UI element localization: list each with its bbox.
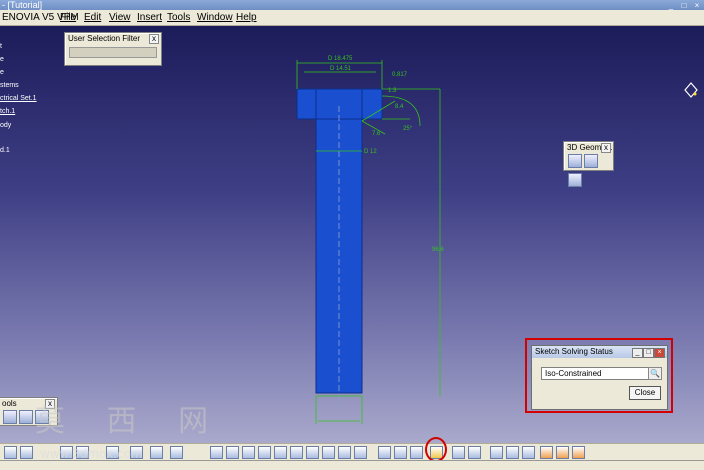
tool-icon[interactable] bbox=[20, 446, 33, 459]
dim-chamfer: 0.817 bbox=[392, 72, 408, 78]
zoom-out-icon[interactable] bbox=[274, 446, 287, 459]
tool-icon[interactable] bbox=[452, 446, 465, 459]
3d-geometry-toolbar[interactable]: 3D Geome... x bbox=[563, 141, 614, 187]
toolbar-title: ools bbox=[2, 399, 17, 408]
dim-offset: 7.6 bbox=[372, 131, 381, 137]
compass-icon[interactable] bbox=[682, 81, 700, 99]
tool-icon[interactable] bbox=[290, 446, 303, 459]
rotate-icon[interactable] bbox=[242, 446, 255, 459]
watermark-text: 莫 西 网 bbox=[35, 404, 225, 439]
geometry-icon[interactable] bbox=[584, 154, 598, 168]
tool-icon[interactable] bbox=[322, 446, 335, 459]
tool-icon[interactable] bbox=[394, 446, 407, 459]
pan-icon[interactable] bbox=[226, 446, 239, 459]
minimize-dialog-button[interactable]: _ bbox=[632, 348, 643, 358]
zoom-in-icon[interactable] bbox=[258, 446, 271, 459]
tool-icon[interactable] bbox=[506, 446, 519, 459]
tool-icon[interactable] bbox=[150, 446, 163, 459]
tool-icon[interactable] bbox=[378, 446, 391, 459]
watermark-url: www.3dmox.com bbox=[40, 447, 143, 461]
close-window-button[interactable]: × bbox=[690, 1, 704, 10]
highlight-circle bbox=[425, 437, 447, 462]
menu-tools[interactable]: Tools bbox=[167, 12, 190, 23]
maximize-dialog-button[interactable]: □ bbox=[643, 348, 654, 358]
tool-icon[interactable] bbox=[556, 446, 569, 459]
tool-icon[interactable] bbox=[522, 446, 535, 459]
tool-icon[interactable] bbox=[170, 446, 183, 459]
dim-angle: 25° bbox=[403, 126, 413, 132]
dim-length: 96.6 bbox=[432, 247, 444, 253]
tool-icon[interactable] bbox=[306, 446, 319, 459]
tool-icon[interactable] bbox=[354, 446, 367, 459]
dim-head-height: 8.4 bbox=[395, 104, 404, 110]
menu-insert[interactable]: Insert bbox=[137, 12, 162, 23]
dim-small: 1.3 bbox=[388, 88, 397, 94]
user-selection-filter-toolbar[interactable]: User Selection Filter x bbox=[64, 32, 162, 66]
close-button[interactable]: Close bbox=[629, 386, 661, 400]
menu-bar: ENOVIA V5 VPM File Edit View Insert Tool… bbox=[0, 10, 704, 26]
status-field: Iso-Constrained bbox=[541, 367, 652, 380]
toolbar-title: User Selection Filter bbox=[68, 34, 141, 43]
close-toolbar-button[interactable]: x bbox=[149, 34, 159, 44]
geometry-icon[interactable] bbox=[568, 173, 582, 187]
tool-icon[interactable] bbox=[468, 446, 481, 459]
menu-view[interactable]: View bbox=[109, 12, 131, 23]
dialog-title: Sketch Solving Status bbox=[535, 347, 613, 356]
dim-shank-dia: D 12 bbox=[364, 149, 377, 155]
menu-file[interactable]: File bbox=[60, 12, 76, 23]
maximize-button[interactable]: □ bbox=[677, 1, 691, 10]
tool-icon[interactable] bbox=[210, 446, 223, 459]
tool-icon[interactable] bbox=[19, 410, 33, 424]
menu-edit[interactable]: Edit bbox=[84, 12, 101, 23]
bolt-head[interactable] bbox=[296, 88, 383, 120]
minimize-button[interactable]: _ bbox=[664, 1, 678, 10]
window-titlebar: - [Tutorial] _ □ × bbox=[0, 0, 704, 10]
geometry-icon[interactable] bbox=[568, 154, 582, 168]
window-title: - [Tutorial] bbox=[2, 0, 43, 10]
diagnosis-icon[interactable]: 🔍 bbox=[648, 367, 662, 380]
tool-icon[interactable] bbox=[338, 446, 351, 459]
sketch-solving-status-dialog[interactable]: Sketch Solving Status _ □ × Iso-Constrai… bbox=[531, 345, 668, 410]
tool-icon[interactable] bbox=[4, 446, 17, 459]
tool-icon[interactable] bbox=[540, 446, 553, 459]
tool-icon[interactable] bbox=[410, 446, 423, 459]
tool-icon[interactable] bbox=[3, 410, 17, 424]
close-dialog-button[interactable]: × bbox=[654, 348, 665, 358]
menu-window[interactable]: Window bbox=[197, 12, 233, 23]
dim-head-inner: D 14.51 bbox=[330, 66, 352, 72]
tool-icon[interactable] bbox=[490, 446, 503, 459]
tool-icon[interactable] bbox=[572, 446, 585, 459]
filter-icon-row[interactable] bbox=[69, 47, 157, 58]
menu-help[interactable]: Help bbox=[236, 12, 257, 23]
dim-head-width: D 18.475 bbox=[328, 56, 353, 62]
close-toolbar-button[interactable]: x bbox=[601, 143, 611, 153]
